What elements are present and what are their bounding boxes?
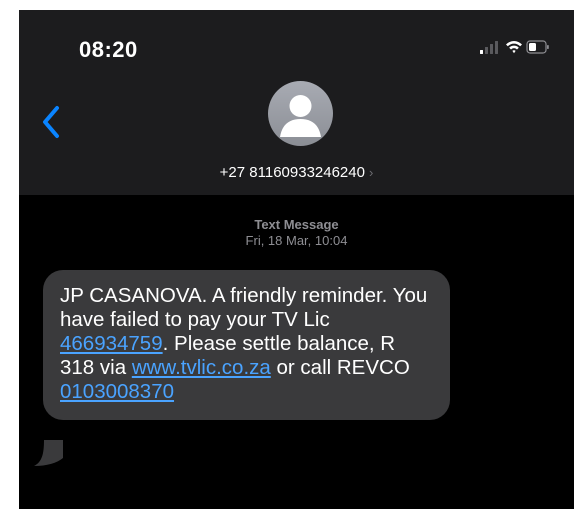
status-time: 08:20: [79, 37, 138, 62]
website-link[interactable]: www.tvlic.co.za: [132, 356, 271, 379]
message-text-1: JP CASANOVA. A friendly reminder. You ha…: [60, 284, 428, 331]
phone-number-link[interactable]: 0103008370: [60, 380, 174, 403]
status-icons: [480, 40, 549, 54]
signal-icon: [480, 41, 498, 54]
contact-number: +27 81160933246240: [219, 164, 365, 181]
contact-name[interactable]: +27 81160933246240 ›: [19, 164, 574, 181]
back-chevron-icon[interactable]: [35, 102, 67, 142]
message-text-3: or call REVCO: [270, 356, 410, 379]
reference-number-link[interactable]: 466934759: [60, 332, 163, 355]
chevron-right-icon: ›: [368, 165, 374, 180]
thread-meta: Text Message Fri, 18 Mar, 10:04: [19, 217, 574, 249]
bubble-tail: [34, 440, 63, 466]
phone-screen: 08:20 +27 81160933246240 › Text Message …: [19, 10, 574, 509]
message-date: Fri, 18 Mar, 10:04: [245, 233, 348, 248]
message-kind: Text Message: [254, 217, 339, 232]
message-bubble[interactable]: JP CASANOVA. A friendly reminder. You ha…: [43, 270, 450, 420]
wifi-icon: [506, 41, 522, 54]
battery-icon: [526, 40, 549, 54]
person-silhouette-icon: [280, 95, 321, 137]
conversation-header: 08:20 +27 81160933246240 ›: [19, 10, 574, 195]
contact-avatar[interactable]: [268, 81, 333, 146]
